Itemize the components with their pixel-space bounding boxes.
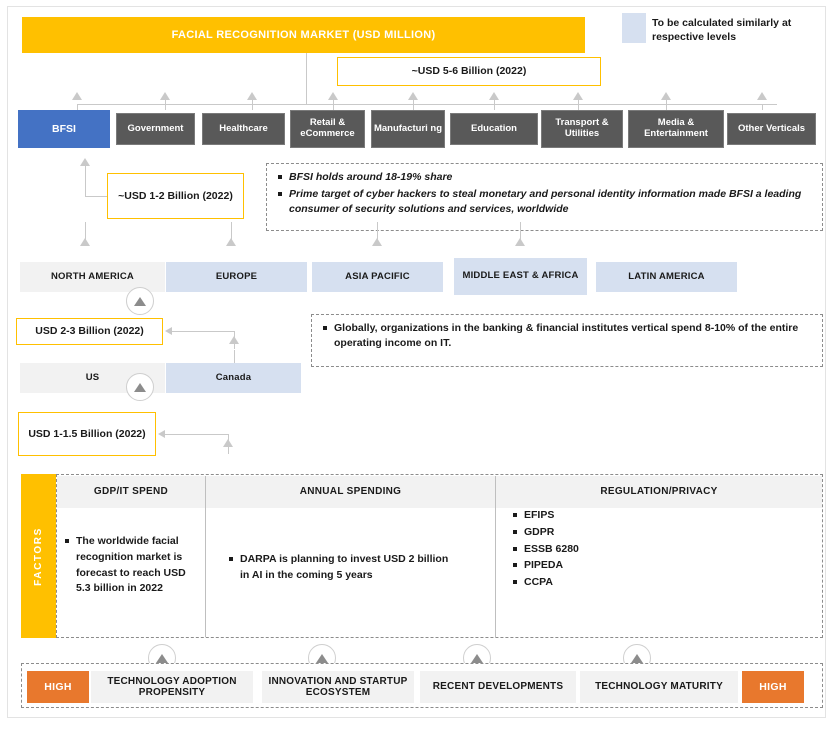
arrow-left-icon: [158, 430, 165, 438]
vertical-box-media-entertainment[interactable]: Media & Entertainment: [628, 110, 724, 148]
arrow-up-icon: [80, 158, 90, 166]
vertical-box-manufacturing[interactable]: Manufacturi ng: [371, 110, 445, 148]
connector-stub: [165, 96, 166, 110]
facial-recognition-market-diagram: FACIAL RECOGNITION MARKET (USD MILLION) …: [0, 0, 833, 743]
factor-header-annual-spending: ANNUAL SPENDING: [206, 476, 495, 508]
connector-stub: [377, 222, 378, 240]
connector-stub: [333, 96, 334, 110]
factor-item: CCPA: [513, 575, 802, 591]
bfsi-notes-panel: BFSI holds around 18-19% share Prime tar…: [266, 163, 823, 231]
region-notes-panel: Globally, organizations in the banking &…: [311, 314, 823, 367]
driver-technology-adoption-propensity[interactable]: TECHNOLOGY ADOPTION PROPENSITY: [91, 671, 253, 703]
connector-banner-to-verticals: [306, 53, 307, 104]
connector-stub: [231, 222, 232, 240]
region-box-middle-east-africa[interactable]: MIDDLE EAST & AFRICA: [454, 258, 587, 295]
arrow-left-icon: [165, 327, 172, 335]
bfsi-segment-value-box: ~USD 1-2 Billion (2022): [107, 173, 244, 219]
vertical-box-retail-ecommerce[interactable]: Retail & eCommerce: [290, 110, 365, 148]
factor-body-gdp-it-spend: The worldwide facial recognition market …: [60, 534, 200, 598]
vertical-box-other-verticals[interactable]: Other Verticals: [727, 113, 816, 145]
connector-us-value: [165, 434, 228, 435]
triangle-up-marker-icon: [126, 287, 154, 315]
column-divider: [495, 476, 496, 637]
factor-body-annual-spending: DARPA is planning to invest USD 2 billio…: [224, 552, 456, 585]
arrow-up-icon: [72, 92, 82, 100]
factor-header-gdp-it-spend: GDP/IT SPEND: [57, 476, 205, 508]
country-box-canada[interactable]: Canada: [166, 363, 301, 393]
driver-technology-maturity[interactable]: TECHNOLOGY MATURITY: [580, 671, 738, 703]
connector-stub: [252, 96, 253, 110]
vertical-box-bfsi[interactable]: BFSI: [18, 110, 110, 148]
connector-stub: [578, 96, 579, 110]
market-title-banner: FACIAL RECOGNITION MARKET (USD MILLION): [22, 17, 585, 53]
triangle-up-marker-icon: [126, 373, 154, 401]
connector-bfsi-value-h: [85, 196, 107, 197]
factor-item: GDPR: [513, 525, 802, 541]
rating-right-high: HIGH: [742, 671, 804, 703]
column-divider: [205, 476, 206, 637]
arrow-up-icon: [757, 92, 767, 100]
factors-tab-label: FACTORS: [33, 526, 44, 586]
arrow-up-icon: [229, 336, 239, 344]
us-value-box: USD 1-1.5 Billion (2022): [18, 412, 156, 456]
vertical-box-transport-utilities[interactable]: Transport & Utilities: [541, 110, 623, 148]
connector-stub: [413, 96, 414, 110]
connector-bfsi-value: [85, 166, 86, 196]
factor-item: PIPEDA: [513, 558, 802, 574]
driver-recent-developments[interactable]: RECENT DEVELOPMENTS: [420, 671, 576, 703]
rating-left-high: HIGH: [27, 671, 89, 703]
legend-label: To be calculated similarly at respective…: [652, 16, 792, 43]
region-box-europe[interactable]: EUROPE: [166, 262, 307, 292]
factor-header-regulation-privacy: REGULATION/PRIVACY: [496, 476, 822, 508]
vertical-box-education[interactable]: Education: [450, 113, 538, 145]
factor-item: ESSB 6280: [513, 542, 802, 558]
factor-item: DARPA is planning to invest USD 2 billio…: [229, 552, 450, 584]
connector-na-value: [172, 331, 234, 332]
connector-rail-verticals: [77, 104, 777, 105]
vertical-box-government[interactable]: Government: [116, 113, 195, 145]
north-america-value-box: USD 2-3 Billion (2022): [16, 318, 163, 345]
factor-item: The worldwide facial recognition market …: [65, 534, 194, 597]
factors-tab: FACTORS: [21, 474, 56, 638]
arrow-up-icon: [223, 439, 233, 447]
region-box-latin-america[interactable]: LATIN AMERICA: [596, 262, 737, 292]
bfsi-note-item: BFSI holds around 18-19% share: [278, 170, 812, 185]
connector-stub: [520, 222, 521, 240]
total-market-value-box: ~USD 5-6 Billion (2022): [337, 57, 601, 86]
connector-stub: [666, 96, 667, 110]
connector-stub: [85, 222, 86, 240]
connector-stub: [494, 96, 495, 110]
legend-swatch: [622, 13, 646, 43]
driver-innovation-startup-ecosystem[interactable]: INNOVATION AND STARTUP ECOSYSTEM: [262, 671, 414, 703]
region-box-asia-pacific[interactable]: ASIA PACIFIC: [312, 262, 443, 292]
region-note-item: Globally, organizations in the banking &…: [323, 321, 812, 351]
connector-stub: [762, 104, 763, 110]
vertical-box-healthcare[interactable]: Healthcare: [202, 113, 285, 145]
bfsi-note-item: Prime target of cyber hackers to steal m…: [278, 187, 812, 217]
factor-body-regulation-privacy: EFIPS GDPR ESSB 6280 PIPEDA CCPA: [508, 508, 808, 592]
factor-item: EFIPS: [513, 508, 802, 524]
